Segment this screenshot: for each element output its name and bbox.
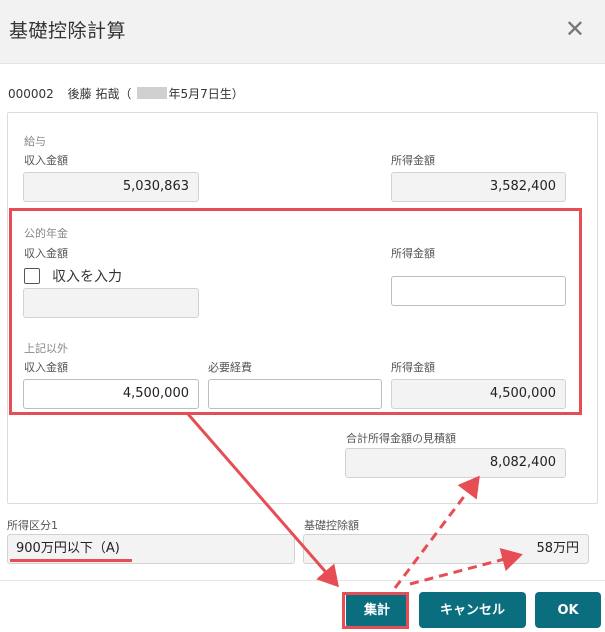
cancel-button[interactable]: キャンセル (419, 592, 526, 628)
salary-earned-label: 所得金額 (391, 154, 435, 167)
salary-section-label: 給与 (24, 135, 46, 148)
other-section-label: 上記以外 (24, 342, 68, 355)
income-class-label: 所得区分1 (7, 519, 58, 532)
pension-input-checkbox[interactable] (24, 268, 40, 284)
footer-divider (0, 580, 605, 581)
person-id: 000002 (8, 87, 54, 101)
other-expense-input[interactable] (208, 379, 382, 409)
pension-checkbox-label[interactable]: 収入を入力 (52, 266, 122, 286)
other-earned-label: 所得金額 (391, 361, 435, 374)
pension-earned-label: 所得金額 (391, 247, 435, 260)
aggregate-button[interactable]: 集計 (346, 592, 408, 628)
pension-income-label: 収入金額 (24, 247, 68, 260)
birth-open: （ (119, 87, 132, 101)
person-name: 後藤 拓哉 (67, 87, 120, 101)
basic-deduction-field: 58万円 (303, 534, 589, 564)
pension-income-field (23, 288, 199, 318)
salary-earned-field: 3,582,400 (391, 172, 566, 202)
total-field: 8,082,400 (345, 448, 566, 478)
other-earned-field: 4,500,000 (391, 379, 566, 409)
pension-earned-input[interactable] (391, 276, 566, 306)
pension-checkbox-row[interactable]: 収入を入力 (24, 266, 122, 286)
close-icon[interactable]: ✕ (565, 17, 585, 41)
masked-year (137, 87, 168, 99)
income-class-underline (10, 559, 132, 562)
salary-income-label: 収入金額 (24, 154, 68, 167)
other-expense-label: 必要経費 (208, 361, 252, 374)
other-income-input[interactable]: 4,500,000 (23, 379, 199, 409)
birth-date: 年5月7日生） (168, 87, 244, 101)
salary-income-field: 5,030,863 (23, 172, 199, 202)
basic-deduction-label: 基礎控除額 (304, 519, 359, 532)
dialog-title: 基礎控除計算 (9, 20, 127, 42)
other-income-label: 収入金額 (24, 361, 68, 374)
dialog-header: 基礎控除計算 ✕ (0, 0, 605, 64)
ok-button[interactable]: OK (535, 592, 601, 628)
person-info: 000002 後藤 拓哉（ 年5月7日生） (8, 85, 244, 102)
pension-section-label: 公的年金 (24, 227, 68, 240)
total-label: 合計所得金額の見積額 (346, 432, 456, 445)
